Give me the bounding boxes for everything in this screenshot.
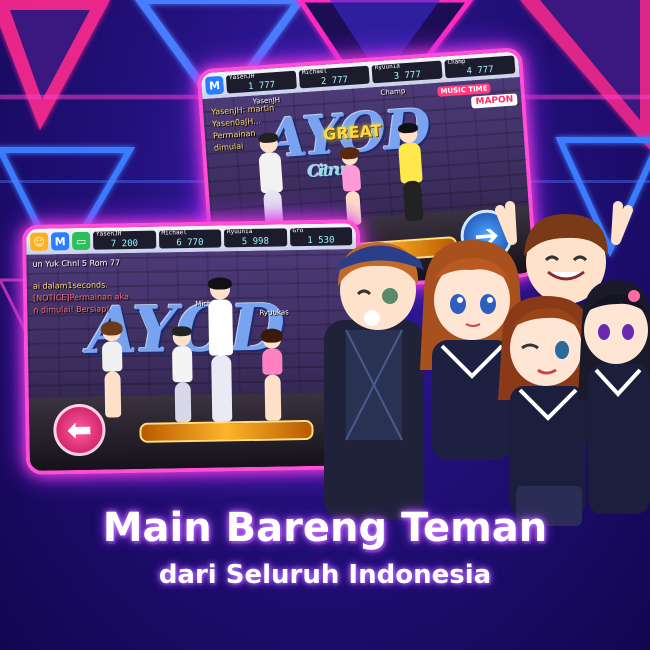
rhythm-bar — [139, 419, 314, 443]
subline-text: dari Seluruh Indonesia — [158, 560, 492, 590]
score-slot: YasenJH 7 200 — [92, 230, 156, 250]
character-boy-cap — [324, 242, 424, 520]
promo-banner: M YasenJH 1 777 Michael 2 777 Ryuunia 3 777… — [0, 0, 650, 650]
face-icon[interactable]: ☺ — [29, 232, 49, 251]
character-girl-black — [578, 280, 650, 514]
score-slot: Ryuunia 3 777 — [371, 60, 443, 84]
player-name-tag: Ryuukas — [259, 308, 289, 317]
score-slot: Champ 4 777 — [444, 55, 516, 79]
chat-log: ai dalam1seconds. [NOTICE]Permainan aka … — [32, 280, 130, 315]
score-slot: Ryuunia 5 998 — [223, 228, 287, 248]
room-line: un Yuk Chnl 5 Rom 77 — [32, 258, 121, 269]
player-name-tag: Champ — [380, 87, 406, 97]
score-slot: Michael 2 777 — [298, 65, 370, 89]
menu-icon[interactable]: M — [50, 232, 70, 251]
score-slot: YasenJH 1 777 — [225, 70, 297, 94]
character-group — [324, 201, 650, 526]
great-label: GREAT — [322, 120, 383, 144]
screenshot-front: ☺ M ▭ YasenJH 7 200 Michael 6 770 Ryuunia 5… — [21, 219, 365, 475]
dancer-avatar — [98, 321, 128, 423]
dancer-avatar — [168, 326, 198, 428]
character-girl-wink — [498, 296, 596, 526]
mapon-label: MAPON — [471, 93, 518, 109]
headline-text: Main Bareng Teman — [102, 505, 548, 551]
left-arrow-icon: ⬅ — [66, 412, 93, 448]
menu-icon[interactable]: M — [204, 75, 225, 96]
score-slot: Michael 6 770 — [158, 229, 222, 249]
graffiti-wall: AYOD un Yuk Chnl 5 Rom 77 ai dalam1secon… — [26, 249, 361, 471]
dancer-avatar — [258, 328, 288, 426]
dancer-avatar — [203, 277, 238, 430]
chat-icon[interactable]: ▭ — [71, 231, 91, 251]
